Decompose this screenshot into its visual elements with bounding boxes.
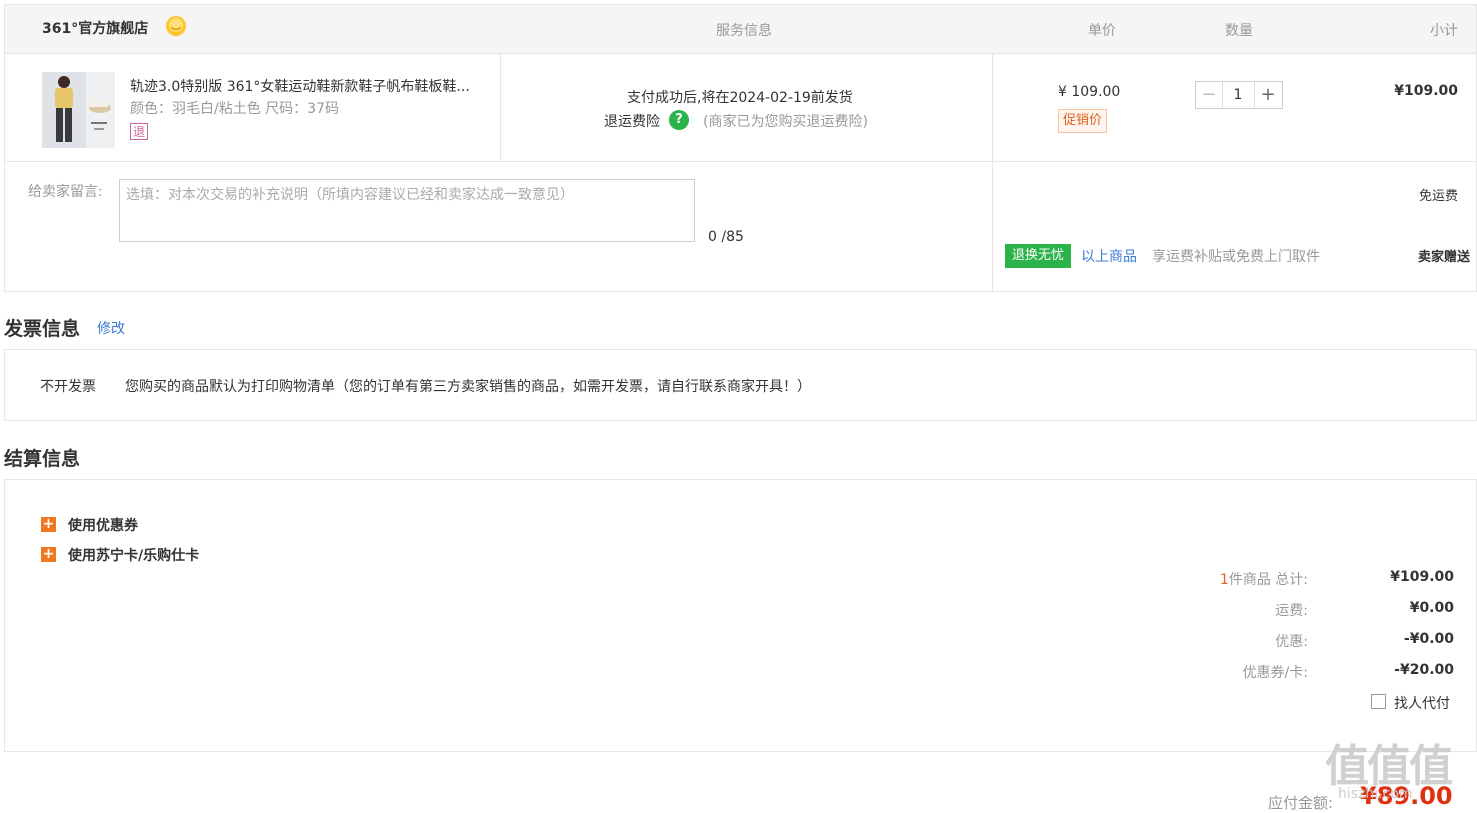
- items-total-text: 件商品 总计:: [1228, 572, 1308, 588]
- return-mark: 退: [130, 123, 148, 140]
- smiley-badge-icon: [163, 15, 189, 37]
- divider: [500, 54, 501, 162]
- items-total-label: 1件商品 总计:: [1108, 569, 1308, 589]
- quantity-increase-button[interactable]: +: [1258, 84, 1278, 106]
- invoice-edit-link[interactable]: 修改: [97, 318, 125, 338]
- coupon-card-label: 优惠券/卡:: [1242, 665, 1308, 681]
- divider: [1254, 81, 1255, 109]
- divider: [1222, 81, 1223, 109]
- expand-plus-icon[interactable]: +: [41, 547, 56, 562]
- use-suning-card-option[interactable]: 使用苏宁卡/乐购仕卡: [68, 545, 199, 565]
- agent-pay-label[interactable]: 找人代付: [1394, 693, 1450, 713]
- message-char-count: 0 /85: [708, 229, 744, 245]
- items-total-value: ¥109.00: [1390, 569, 1454, 585]
- seller-message-label: 给卖家留言:: [28, 184, 103, 200]
- quantity-decrease-button[interactable]: −: [1199, 84, 1219, 106]
- watermark-logo: 值值值: [1325, 741, 1453, 792]
- coupon-card-value: -¥20.00: [1394, 662, 1454, 678]
- quantity-value[interactable]: 1: [1226, 84, 1250, 106]
- column-header-service: 服务信息: [716, 23, 772, 39]
- product-attributes: 颜色：羽毛白/粘土色 尺码：37码: [130, 101, 339, 117]
- discount-label: 优惠:: [1275, 634, 1308, 650]
- agent-pay-checkbox[interactable]: [1371, 694, 1386, 709]
- shipping-label: 运费:: [1275, 603, 1308, 619]
- product-title[interactable]: 轨迹3.0特别版 361°女鞋运动鞋新款鞋子帆布鞋板鞋...: [130, 76, 490, 96]
- product-thumbnail[interactable]: [42, 72, 115, 148]
- return-shipping-insurance-label: 退运费险: [604, 114, 660, 130]
- column-header-subtotal: 小计: [1430, 23, 1458, 39]
- column-header-unit-price: 单价: [1088, 23, 1116, 39]
- invoice-type: 不开发票: [40, 379, 96, 395]
- insurance-note: (商家已为您购买退运费险): [703, 114, 868, 130]
- free-shipping-label: 免运费: [1418, 189, 1458, 204]
- above-products-link[interactable]: 以上商品: [1081, 246, 1137, 266]
- store-name[interactable]: 361°官方旗舰店: [42, 18, 148, 38]
- amount-payable-label: 应付金额:: [1268, 794, 1334, 812]
- settlement-section-title: 结算信息: [4, 448, 81, 470]
- discount-value: -¥0.00: [1403, 631, 1454, 647]
- invoice-note: 您购买的商品默认为打印购物清单（您的订单有第三方卖家销售的商品，如需开发票，请自…: [125, 379, 811, 395]
- expand-plus-icon[interactable]: +: [41, 517, 56, 532]
- invoice-section-title: 发票信息: [4, 318, 81, 340]
- worry-free-return-badge: 退换无忧: [1005, 244, 1071, 268]
- worry-free-note: 享运费补贴或免费上门取件: [1152, 249, 1320, 265]
- unit-price: ¥ 109.00: [1058, 84, 1121, 100]
- items-count: 1: [1219, 572, 1229, 588]
- help-icon[interactable]: ?: [669, 110, 689, 130]
- seller-gift-label: 卖家赠送: [1417, 250, 1470, 265]
- delivery-info: 支付成功后,将在2024-02-19前发货: [627, 90, 853, 106]
- column-header-quantity: 数量: [1225, 23, 1253, 39]
- seller-message-input[interactable]: [119, 179, 695, 242]
- product-subtotal: ¥109.00: [1394, 83, 1458, 99]
- shipping-value: ¥0.00: [1409, 600, 1454, 616]
- promo-price-tag: 促销价: [1058, 109, 1108, 133]
- watermark-url: hiszhi.com: [1338, 786, 1413, 802]
- use-coupon-option[interactable]: 使用优惠券: [68, 515, 138, 535]
